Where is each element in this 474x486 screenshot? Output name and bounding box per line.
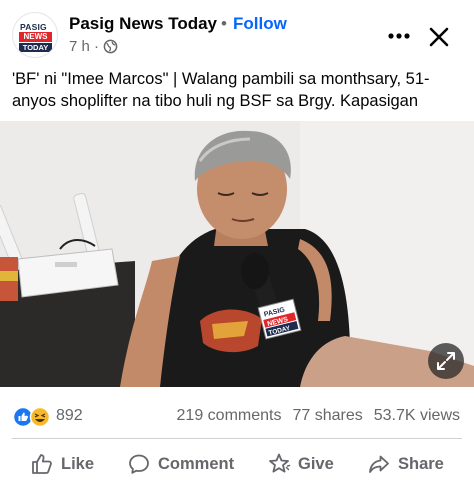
follow-button[interactable]: Follow bbox=[233, 14, 287, 34]
like-reaction-icon bbox=[13, 406, 34, 428]
logo-text-line3: TODAY bbox=[19, 43, 52, 52]
give-icon bbox=[269, 453, 291, 473]
expand-icon bbox=[437, 352, 455, 370]
comment-icon bbox=[129, 454, 149, 474]
page-avatar[interactable]: PASIG NEWS TODAY bbox=[12, 12, 58, 58]
shares-count[interactable]: 77 shares bbox=[292, 407, 362, 425]
share-icon bbox=[369, 455, 389, 473]
close-icon[interactable] bbox=[426, 24, 452, 50]
post-header: PASIG NEWS TODAY Pasig News Today • Foll… bbox=[0, 0, 474, 64]
like-label: Like bbox=[61, 454, 95, 473]
expand-button[interactable] bbox=[428, 343, 464, 379]
post-meta: 7 h · bbox=[69, 38, 118, 55]
comment-label: Comment bbox=[158, 454, 235, 473]
header-separator: • bbox=[221, 14, 227, 33]
haha-reaction-icon bbox=[29, 406, 51, 428]
post-stats: 892 219 comments 77 shares 53.7K views bbox=[0, 402, 474, 432]
stats-divider bbox=[12, 438, 462, 439]
reactions-count[interactable]: 892 bbox=[56, 407, 83, 425]
logo-text-line1: PASIG bbox=[20, 22, 47, 32]
page-name-link[interactable]: Pasig News Today bbox=[69, 14, 217, 34]
views-count: 53.7K views bbox=[373, 407, 460, 424]
stats-summary: 219 comments 77 shares 53.7K views bbox=[177, 407, 460, 425]
like-icon bbox=[32, 454, 52, 474]
post-caption: 'BF' ni "Imee Marcos" | Walang pambili s… bbox=[12, 70, 430, 110]
give-button[interactable]: Give bbox=[267, 450, 334, 478]
share-label: Share bbox=[398, 454, 444, 473]
post-photo[interactable]: PASIG NEWS TODAY bbox=[0, 121, 474, 387]
more-icon[interactable] bbox=[386, 26, 412, 46]
reaction-icons[interactable] bbox=[13, 406, 53, 428]
globe-icon bbox=[103, 39, 118, 54]
post-time[interactable]: 7 h · bbox=[69, 38, 99, 55]
action-bar: Like Comment Give Share bbox=[0, 446, 474, 482]
comments-count[interactable]: 219 comments bbox=[177, 407, 282, 425]
photo-illustration: PASIG NEWS TODAY bbox=[0, 121, 474, 387]
give-label: Give bbox=[298, 454, 334, 473]
like-button[interactable]: Like bbox=[30, 450, 94, 478]
logo-text-line2: NEWS bbox=[19, 32, 52, 42]
share-button[interactable]: Share bbox=[367, 450, 444, 478]
comment-button[interactable]: Comment bbox=[127, 450, 234, 478]
